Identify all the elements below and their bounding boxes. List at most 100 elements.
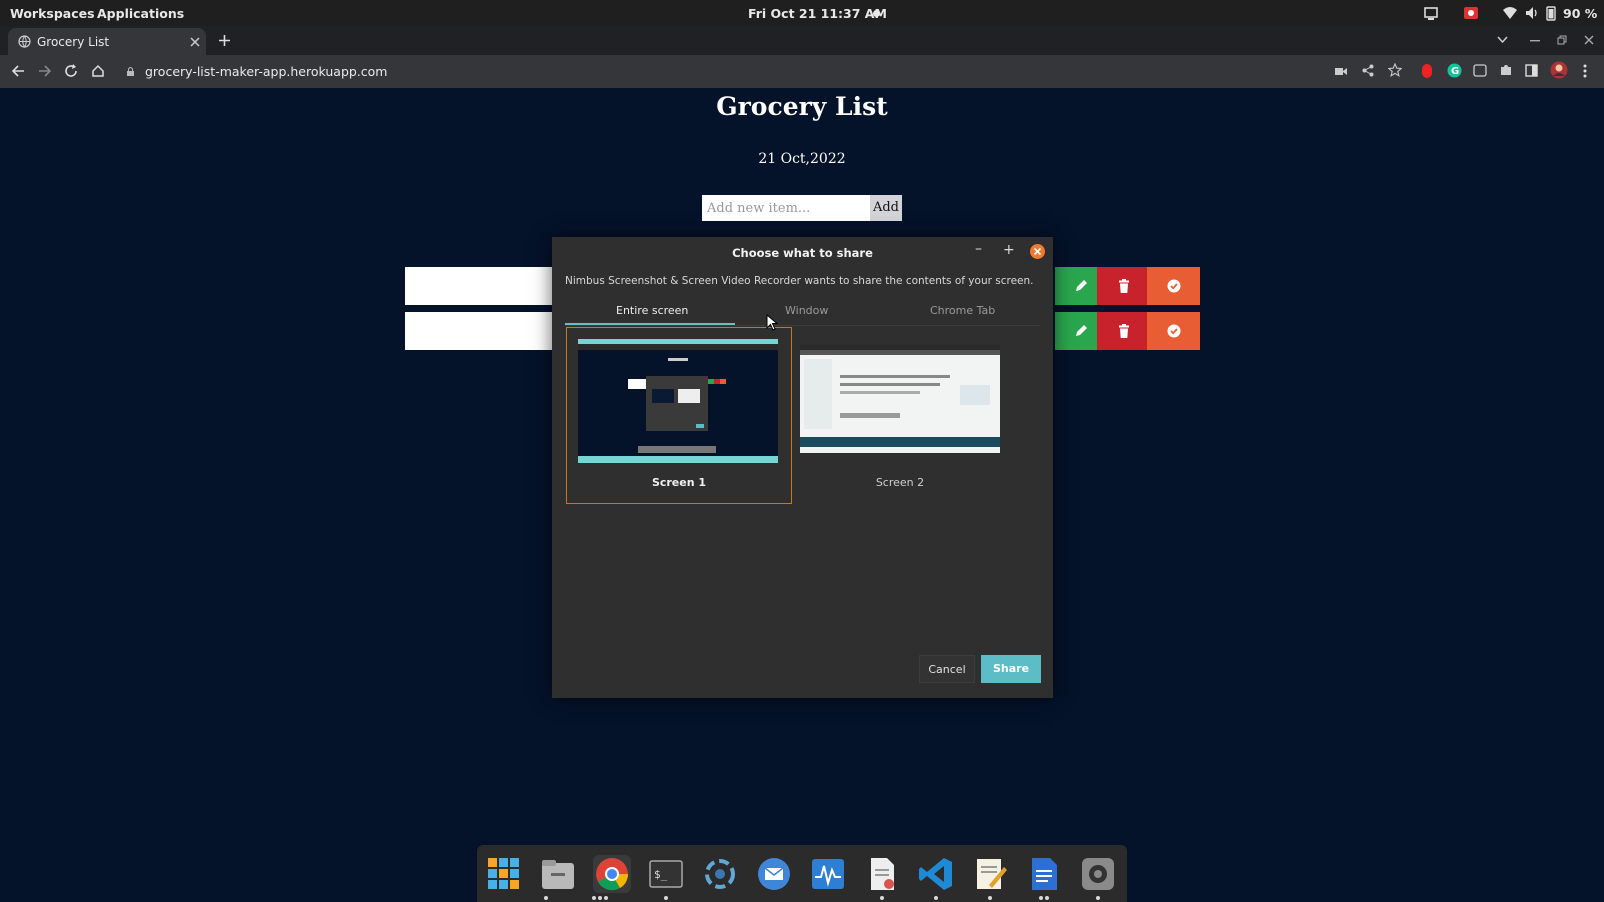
volume-icon[interactable]	[1524, 5, 1540, 21]
running-indicator	[1039, 896, 1043, 900]
extensions-puzzle-icon[interactable]	[1499, 63, 1513, 77]
tab-entire-screen[interactable]: Entire screen	[616, 304, 688, 317]
dialog-close-icon[interactable]	[1030, 244, 1045, 259]
grocery-item-field[interactable]	[405, 267, 555, 305]
new-item-input[interactable]	[702, 195, 872, 221]
screen-share-tray-icon[interactable]	[1423, 5, 1439, 21]
share-button[interactable]: Share	[981, 655, 1041, 683]
add-item-button[interactable]: Add	[870, 195, 902, 221]
dialog-minimize-icon[interactable]: –	[975, 241, 982, 257]
krita-icon[interactable]	[701, 855, 739, 893]
browser-tab-strip: Grocery List	[0, 26, 1604, 55]
app-grid-glyph	[488, 858, 519, 889]
folder-glyph	[542, 860, 574, 889]
app-grid-icon[interactable]	[485, 855, 523, 893]
reload-icon[interactable]	[64, 64, 78, 78]
kebab-menu-icon[interactable]	[1583, 64, 1587, 78]
close-tab-icon[interactable]	[190, 37, 200, 47]
url-bar[interactable]: grocery-list-maker-app.herokuapp.com	[145, 64, 387, 79]
text-editor-icon[interactable]	[971, 855, 1009, 893]
screen-2-label: Screen 2	[875, 476, 925, 489]
chevron-down-icon[interactable]	[1497, 36, 1508, 44]
tab-divider	[565, 325, 1040, 326]
screen-2-preview	[800, 345, 1000, 447]
grammarly-extension-icon[interactable]: G	[1447, 63, 1462, 78]
dock: $_	[477, 845, 1127, 902]
notification-dot	[873, 10, 880, 17]
mail-icon[interactable]	[755, 855, 793, 893]
tab-chrome-tab[interactable]: Chrome Tab	[930, 304, 995, 317]
minimize-window-icon[interactable]	[1530, 40, 1540, 42]
settings-icon[interactable]	[1079, 855, 1117, 893]
gear-icon	[1082, 858, 1114, 890]
page-title: Grocery List	[716, 92, 888, 121]
workspaces-menu[interactable]: Workspaces	[10, 6, 95, 21]
document-viewer-icon[interactable]	[863, 855, 901, 893]
chrome-glyph	[596, 858, 629, 891]
battery-percent: 90 %	[1563, 6, 1598, 21]
wifi-icon[interactable]	[1502, 5, 1518, 21]
screen-1-preview	[578, 344, 778, 453]
new-tab-icon[interactable]	[218, 34, 231, 47]
check-circle-icon	[1167, 324, 1180, 338]
pencil-icon	[1076, 280, 1087, 291]
close-window-icon[interactable]	[1584, 35, 1594, 45]
vscode-icon[interactable]	[917, 855, 955, 893]
mail-glyph	[758, 858, 790, 890]
restore-window-icon[interactable]	[1557, 35, 1567, 45]
document-glyph	[871, 858, 894, 890]
svg-text:G: G	[1451, 66, 1459, 77]
recorder-tray-icon[interactable]	[1463, 5, 1479, 21]
running-indicator	[1045, 896, 1049, 900]
lock-icon[interactable]	[126, 66, 135, 77]
running-indicator	[664, 896, 668, 900]
mouse-cursor-icon	[766, 314, 778, 331]
screen-1-thumbnail	[578, 339, 778, 463]
forward-icon[interactable]	[38, 64, 52, 78]
complete-item-button[interactable]	[1147, 312, 1200, 350]
bookmark-star-icon[interactable]	[1388, 63, 1402, 77]
home-icon[interactable]	[91, 64, 105, 78]
delete-item-button[interactable]	[1097, 267, 1150, 305]
monitor-glyph	[812, 859, 844, 889]
share-icon[interactable]	[1362, 64, 1374, 77]
running-indicator	[598, 896, 602, 900]
extension-shield-icon[interactable]	[1473, 64, 1487, 77]
running-indicator	[988, 896, 992, 900]
svg-text:$_: $_	[654, 868, 668, 881]
writer-icon[interactable]	[1025, 855, 1063, 893]
grocery-item-field[interactable]	[405, 312, 555, 350]
side-panel-icon[interactable]	[1525, 64, 1538, 77]
battery-icon[interactable]	[1546, 5, 1556, 21]
running-indicator	[934, 896, 938, 900]
camera-icon[interactable]	[1334, 66, 1348, 77]
files-icon[interactable]	[539, 855, 577, 893]
running-indicator	[1096, 896, 1100, 900]
pencil-icon	[1076, 325, 1087, 336]
trash-icon	[1118, 279, 1129, 293]
screen-2-option[interactable]	[800, 345, 1000, 453]
close-icon	[1033, 247, 1042, 256]
running-indicator	[592, 896, 596, 900]
profile-avatar-icon[interactable]	[1550, 61, 1568, 79]
notepad-glyph	[977, 859, 1007, 889]
applications-menu[interactable]: Applications	[97, 6, 184, 21]
system-monitor-icon[interactable]	[809, 855, 847, 893]
writer-glyph	[1032, 858, 1057, 890]
back-icon[interactable]	[11, 64, 25, 78]
complete-item-button[interactable]	[1147, 267, 1200, 305]
tab-window[interactable]: Window	[785, 304, 828, 317]
check-circle-icon	[1167, 279, 1180, 293]
tab-title: Grocery List	[37, 35, 110, 49]
browser-toolbar: grocery-list-maker-app.herokuapp.com G	[0, 55, 1604, 88]
clock[interactable]: Fri Oct 21 11:37 AM	[748, 6, 887, 21]
recorder-extension-icon[interactable]	[1421, 63, 1433, 79]
terminal-icon[interactable]: $_	[647, 855, 685, 893]
dialog-maximize-icon[interactable]: +	[1003, 242, 1015, 258]
browser-tab[interactable]: Grocery List	[8, 28, 206, 55]
cancel-button[interactable]: Cancel	[919, 655, 975, 683]
share-dialog: Choose what to share – + Nimbus Screensh…	[552, 237, 1053, 698]
globe-icon	[18, 35, 31, 48]
delete-item-button[interactable]	[1097, 312, 1150, 350]
chrome-icon[interactable]	[593, 855, 631, 893]
